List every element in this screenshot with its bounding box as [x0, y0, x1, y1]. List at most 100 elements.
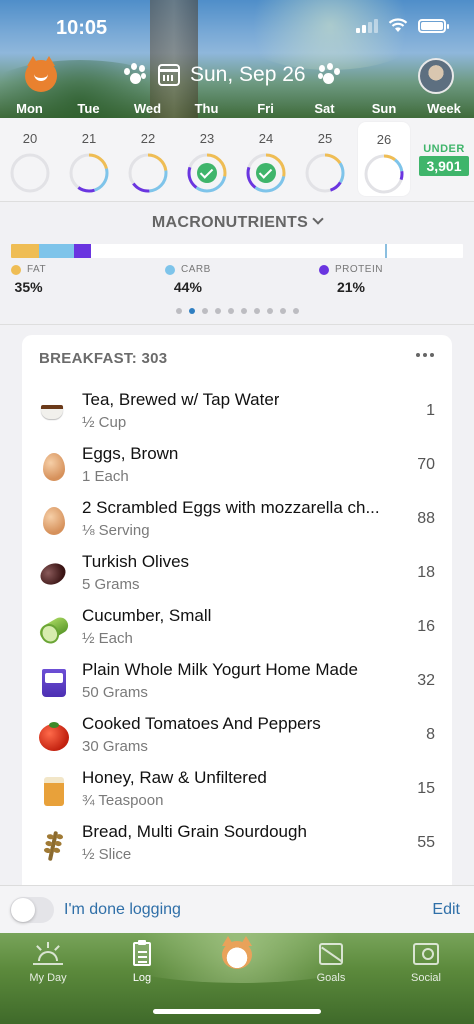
weekday-label[interactable]: Tue: [59, 101, 118, 116]
food-item[interactable]: Tea, Brewed w/ Tap Water ½ Cup 1: [22, 387, 452, 441]
macro-bar-fat: [11, 244, 39, 258]
honey-jar-icon: [37, 775, 69, 807]
food-serving: 50 Grams: [82, 684, 148, 701]
status-time: 10:05: [56, 17, 108, 39]
calorie-under-badge[interactable]: UNDER 3,901: [419, 143, 469, 176]
food-calories: 32: [417, 672, 435, 689]
day-number: 24: [258, 131, 274, 146]
fat-legend: FAT 35%: [11, 264, 46, 295]
day-number: 25: [317, 131, 333, 146]
edit-button[interactable]: Edit: [432, 901, 460, 919]
food-name: Bread, Multi Grain Sourdough: [82, 822, 307, 841]
done-logging-bar: I'm done logging Edit: [0, 885, 474, 933]
macro-bar-protein: [74, 244, 91, 258]
under-value: 3,901: [419, 156, 469, 176]
calendar-icon[interactable]: [158, 64, 180, 86]
day-progress-ring: [9, 152, 51, 194]
previous-day-paw-icon[interactable]: [122, 62, 148, 88]
day-strip: 20 21 22 23 24 25 26: [0, 118, 474, 202]
day-cell[interactable]: 25: [299, 118, 351, 202]
header: 10:05 Sun, Sep 26 Mon Tue Wed Thu Fri Sa…: [0, 0, 474, 118]
tab-label: Log: [132, 972, 152, 984]
goals-chart-icon: [316, 939, 346, 969]
food-calories: 55: [417, 834, 435, 851]
food-name: Cucumber, Small: [82, 606, 212, 625]
checkmark-icon: [197, 163, 217, 183]
carb-label: CARB: [181, 264, 211, 275]
battery-icon: [418, 18, 449, 33]
food-calories: 16: [417, 618, 435, 635]
breakfast-card: BREAKFAST: 303 Tea, Brewed w/ Tap Water …: [22, 335, 452, 895]
done-logging-label[interactable]: I'm done logging: [64, 901, 181, 919]
cellular-signal-icon: [356, 18, 378, 33]
done-logging-toggle[interactable]: [10, 897, 54, 923]
page-indicator[interactable]: [0, 308, 474, 314]
protein-percent: 21%: [336, 279, 365, 295]
food-item[interactable]: Cooked Tomatoes And Peppers 30 Grams 8: [22, 711, 452, 765]
day-cell[interactable]: 23: [181, 118, 233, 202]
day-progress-ring: [304, 152, 346, 194]
page-dot: [292, 308, 299, 314]
home-indicator: [153, 1009, 321, 1014]
weekday-label[interactable]: Thu: [177, 101, 236, 116]
tab-mascot[interactable]: [199, 936, 275, 969]
macro-bar-carb: [39, 244, 75, 258]
day-cell[interactable]: 24: [240, 118, 292, 202]
clipboard-icon: [127, 939, 157, 969]
protein-dot: [319, 264, 329, 275]
day-number: 22: [140, 131, 156, 146]
weekday-label[interactable]: Fri: [236, 101, 295, 116]
page-dot: [201, 308, 208, 314]
more-options-icon[interactable]: [416, 353, 434, 357]
macronutrients-dropdown[interactable]: MACRONUTRIENTS: [0, 213, 474, 232]
page-dot: [279, 308, 286, 314]
weekday-label[interactable]: Mon: [0, 101, 59, 116]
tab-label: Social: [411, 972, 441, 984]
page-dot: [214, 308, 221, 314]
weekday-label[interactable]: Sat: [295, 101, 354, 116]
weekday-label[interactable]: Wed: [118, 101, 177, 116]
cat-mascot-icon: [222, 936, 252, 969]
tab-my-day[interactable]: My Day: [10, 939, 86, 984]
food-item[interactable]: 2 Scrambled Eggs with mozzarella ch... ⅛…: [22, 495, 452, 549]
weekday-labels: Mon Tue Wed Thu Fri Sat Sun Week: [0, 101, 474, 116]
day-cell[interactable]: 20: [4, 118, 56, 202]
food-calories: 8: [426, 726, 435, 743]
macronutrients-title: MACRONUTRIENTS: [151, 214, 309, 231]
page-dot: [175, 308, 182, 314]
day-cell[interactable]: 22: [122, 118, 174, 202]
current-date[interactable]: Sun, Sep 26: [190, 63, 306, 87]
status-icons: [356, 18, 449, 33]
olive-icon: [36, 559, 70, 591]
page-dot: [240, 308, 247, 314]
weekday-label[interactable]: Sun: [354, 101, 414, 116]
protein-label: PROTEIN: [335, 264, 383, 275]
next-day-paw-icon[interactable]: [316, 62, 342, 88]
food-item[interactable]: Turkish Olives 5 Grams 18: [22, 549, 452, 603]
food-serving: ½ Slice: [82, 846, 132, 863]
breakfast-title: BREAKFAST: 303: [39, 350, 168, 367]
profile-avatar[interactable]: [418, 58, 454, 94]
weekday-label-week[interactable]: Week: [414, 101, 474, 116]
food-name: Plain Whole Milk Yogurt Home Made: [82, 660, 358, 679]
food-item[interactable]: Cucumber, Small ½ Each 16: [22, 603, 452, 657]
day-cell[interactable]: 21: [63, 118, 115, 202]
cat-menu-icon[interactable]: [25, 56, 57, 92]
food-item[interactable]: Bread, Multi Grain Sourdough ½ Slice 55: [22, 819, 452, 873]
wifi-icon: [388, 18, 408, 32]
tab-social[interactable]: Social: [388, 939, 464, 984]
food-serving: ¾ Teaspoon: [82, 792, 164, 809]
food-item[interactable]: Honey, Raw & Unfiltered ¾ Teaspoon 15: [22, 765, 452, 819]
food-item[interactable]: Eggs, Brown 1 Each 70: [22, 441, 452, 495]
day-progress-ring: [363, 153, 405, 195]
tab-log[interactable]: Log: [104, 939, 180, 984]
protein-legend: PROTEIN 21%: [319, 264, 383, 295]
food-item[interactable]: Plain Whole Milk Yogurt Home Made 50 Gra…: [22, 657, 452, 711]
food-serving: 1 Each: [82, 468, 129, 485]
day-cell-selected[interactable]: 26: [358, 122, 410, 196]
food-serving: ⅛ Serving: [82, 522, 150, 539]
carb-legend: CARB 44%: [165, 264, 211, 295]
tab-goals[interactable]: Goals: [293, 939, 369, 984]
wheat-icon: [37, 829, 69, 862]
tea-cup-icon: [39, 403, 67, 423]
